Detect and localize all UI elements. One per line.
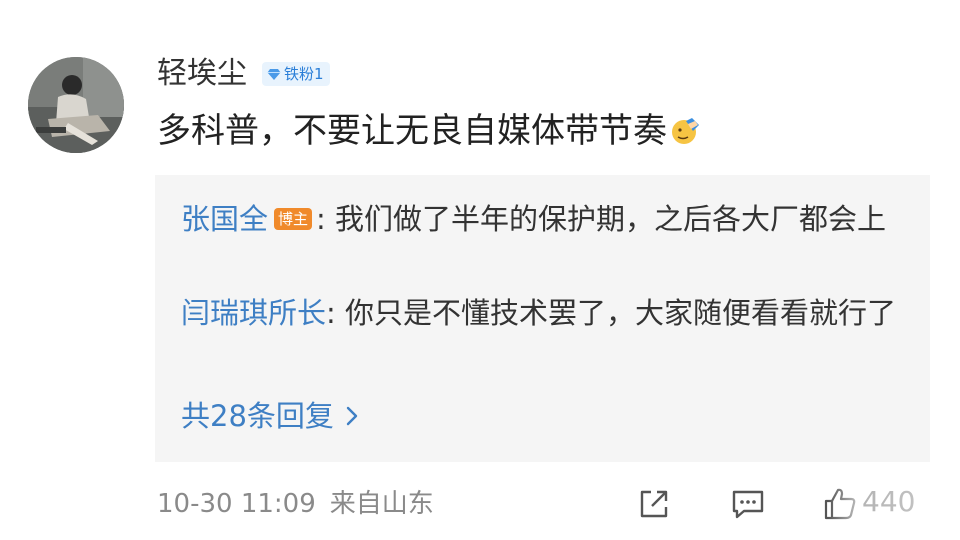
comment-icon [732,490,764,519]
like-count: 440 [862,485,916,518]
more-replies-label: 共28条回复 [181,399,334,433]
reply-author[interactable]: 闫瑞琪所长 [181,296,326,330]
facepalm-emoji-icon [672,118,699,144]
reply-box[interactable]: 张国全 博主: 我们做了半年的保护期，之后各大厂都会上 闫瑞琪所长: 你只是不懂技… [155,175,930,462]
reply-colon: : [326,296,346,330]
comment-location: 来自山东 [329,489,434,519]
more-replies-link[interactable]: 共28条回复 [181,394,360,438]
reply-item[interactable]: 闫瑞琪所长: 你只是不懂技术罢了，大家随便看看就行了 [181,291,911,335]
like-icon [824,488,856,520]
comment-meta: 10-30 11:09 来自山东 [157,484,434,524]
comment-text: 多科普，不要让无良自媒体带节奏 [157,111,667,151]
diamond-icon [267,69,281,80]
avatar[interactable] [28,57,124,153]
share-button[interactable] [636,486,672,522]
avatar-image [28,57,124,153]
fan-badge-label: 铁粉1 [284,65,324,83]
comment-button[interactable] [730,486,766,522]
like-button[interactable] [822,486,858,522]
fan-badge[interactable]: 铁粉1 [262,62,330,86]
comment-time: 10-30 11:09 [157,489,316,519]
reply-author[interactable]: 张国全 [181,202,268,236]
share-icon [640,490,668,518]
blogger-badge: 博主 [274,208,313,230]
reply-item[interactable]: 张国全 博主: 我们做了半年的保护期，之后各大厂都会上 [181,197,911,241]
chevron-right-icon [346,406,358,426]
reply-text: 你只是不懂技术罢了，大家随便看看就行了 [345,296,897,330]
username[interactable]: 轻埃尘 [157,54,247,94]
reply-text: 我们做了半年的保护期，之后各大厂都会上 [335,202,887,236]
reply-colon: : [316,202,336,236]
comment-body: 多科普，不要让无良自媒体带节奏 [157,107,701,155]
